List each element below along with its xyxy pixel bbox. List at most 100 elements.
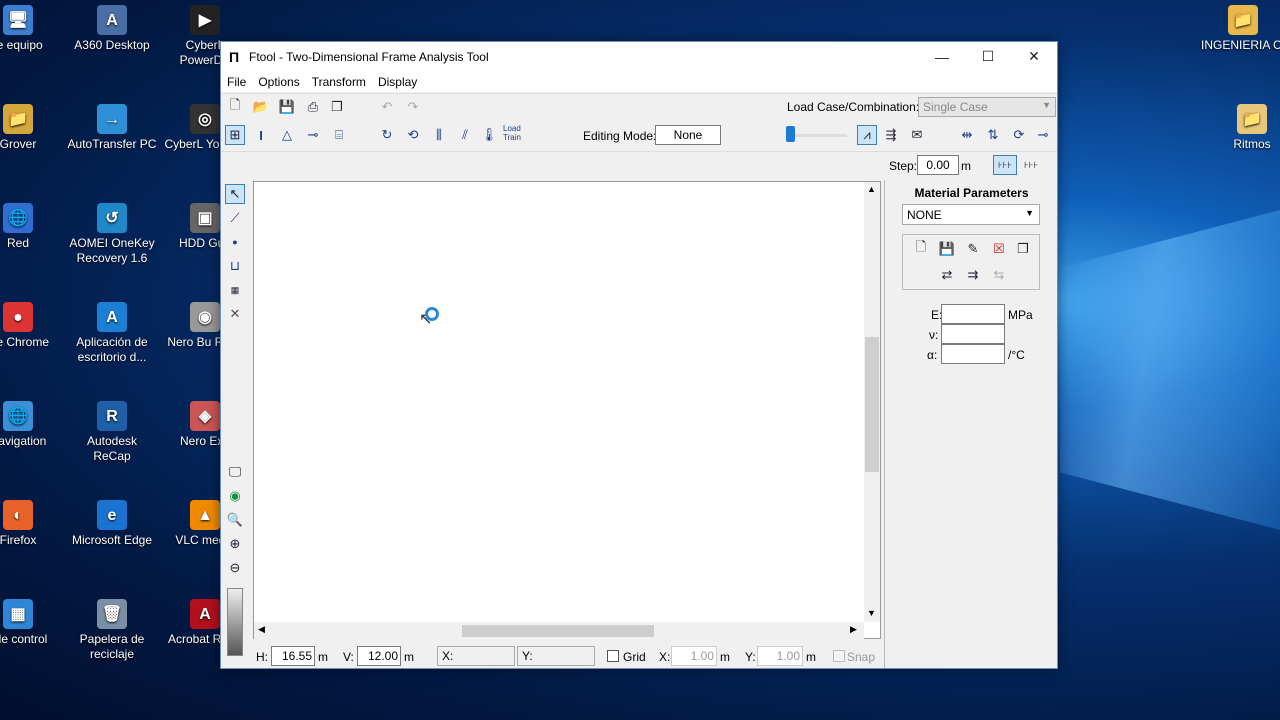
- zoom-icon[interactable]: 🔍: [225, 510, 245, 530]
- desktop-icon[interactable]: ↺ AOMEI OneKey Recovery 1.6: [67, 203, 157, 266]
- copy-icon[interactable]: ❐: [327, 97, 347, 117]
- horizontal-scrollbar[interactable]: ◀ ▶: [254, 622, 864, 639]
- save-material-icon[interactable]: 💾: [937, 239, 957, 259]
- distributed-load-icon[interactable]: ⫼: [429, 125, 449, 145]
- rotation-icon[interactable]: ⟳: [1009, 125, 1029, 145]
- delete-icon[interactable]: ✕: [225, 304, 245, 324]
- diagram-icon[interactable]: ⩘: [857, 125, 877, 145]
- undo-icon[interactable]: ↶: [377, 97, 397, 117]
- thermal-coef-input[interactable]: [941, 344, 1005, 364]
- save-icon[interactable]: 💾: [277, 97, 297, 117]
- desktop-icon[interactable]: e Microsoft Edge: [67, 500, 157, 548]
- menu-options[interactable]: Options: [258, 75, 299, 89]
- scroll-up-icon[interactable]: ▲: [867, 184, 876, 194]
- desktop-icon[interactable]: ◐ Firefox: [0, 500, 63, 548]
- insert-node-icon[interactable]: ●: [225, 232, 245, 252]
- height-input[interactable]: 16.55: [271, 646, 315, 666]
- desktop-icon[interactable]: 📁 INGENIERIA CI: [1198, 5, 1280, 53]
- edit-material-icon[interactable]: ✎: [963, 239, 983, 259]
- envelope-icon[interactable]: ✉: [907, 125, 927, 145]
- step-unit: m: [961, 159, 971, 173]
- frame-icon[interactable]: ⌸: [329, 125, 349, 145]
- drawing-canvas[interactable]: ↖: [253, 181, 881, 639]
- ftool-window[interactable]: Π Ftool - Two-Dimensional Frame Analysis…: [220, 41, 1058, 669]
- step-input[interactable]: 0.00: [917, 155, 959, 175]
- delete-material-icon[interactable]: ☒: [989, 239, 1009, 259]
- remove-material-icon[interactable]: ⇆: [989, 265, 1009, 285]
- vertical-input[interactable]: 12.00: [357, 646, 401, 666]
- scale-slider-thumb[interactable]: [786, 126, 795, 142]
- open-file-icon[interactable]: 📂: [251, 97, 271, 117]
- desktop-icon-glyph: ◐: [3, 500, 33, 530]
- section-icon[interactable]: I: [251, 125, 271, 145]
- desktop-icon[interactable]: A A360 Desktop: [67, 5, 157, 53]
- print-icon[interactable]: ⎙: [303, 97, 323, 117]
- desktop-icon[interactable]: 📁 Grover: [0, 104, 63, 152]
- display-icon[interactable]: 🖵: [225, 462, 245, 482]
- desktop-icon-glyph: e: [97, 500, 127, 530]
- desktop-icon[interactable]: 🌐 Red: [0, 203, 63, 251]
- linear-load-icon[interactable]: ⫽: [455, 125, 475, 145]
- fit-model-icon[interactable]: ⊞: [225, 125, 245, 145]
- grid-y-input[interactable]: 1.00: [757, 646, 803, 666]
- desktop-icon-label: AOMEI OneKey Recovery 1.6: [69, 236, 155, 265]
- globe-icon[interactable]: ◉: [225, 486, 245, 506]
- apply-material-icon[interactable]: ⇄: [937, 265, 957, 285]
- nodal-load-icon[interactable]: ↻: [377, 125, 397, 145]
- desktop-icon[interactable]: 🖥 te equipo: [0, 5, 63, 53]
- desktop-icon[interactable]: → AutoTransfer PC: [67, 104, 157, 152]
- material-select[interactable]: NONE ▼: [902, 204, 1040, 225]
- desktop-icon-glyph: →: [97, 104, 127, 134]
- desktop-icon[interactable]: ▦ l de control: [0, 599, 63, 647]
- editing-mode-field[interactable]: None: [655, 125, 721, 145]
- menu-display[interactable]: Display: [378, 75, 417, 89]
- new-material-icon[interactable]: 🗋: [911, 239, 931, 259]
- apply-all-material-icon[interactable]: ⇉: [963, 265, 983, 285]
- deformed-icon[interactable]: ⊸: [1033, 125, 1053, 145]
- desktop-icon[interactable]: ● gle Chrome: [0, 302, 63, 350]
- scroll-right-icon[interactable]: ▶: [850, 624, 857, 635]
- desktop-icon[interactable]: A Aplicación de escritorio d...: [67, 302, 157, 365]
- horizontal-scroll-thumb[interactable]: [462, 625, 654, 637]
- load-case-select[interactable]: Single Case ▼: [918, 97, 1056, 117]
- menu-transform[interactable]: Transform: [312, 75, 366, 89]
- grid-x-input[interactable]: 1.00: [671, 646, 717, 666]
- horizontal-reaction-icon[interactable]: ⇹: [957, 125, 977, 145]
- step-ruler-icon[interactable]: ⊦⊦⊦: [993, 155, 1017, 175]
- moment-icon[interactable]: ⟲: [403, 125, 423, 145]
- modulus-input[interactable]: [941, 304, 1005, 324]
- title-bar[interactable]: Π Ftool - Two-Dimensional Frame Analysis…: [221, 42, 1057, 71]
- step-ruler-fine-icon[interactable]: ⊦⊦⊦: [1019, 155, 1043, 175]
- scroll-left-icon[interactable]: ◀: [258, 624, 265, 635]
- zoom-out-icon[interactable]: ⊖: [225, 558, 245, 578]
- vertical-reaction-icon[interactable]: ⇅: [983, 125, 1003, 145]
- maximize-button[interactable]: ☐: [965, 42, 1011, 71]
- snap-checkbox[interactable]: [833, 650, 845, 662]
- desktop-icon[interactable]: 🗑 Papelera de reciclaje: [67, 599, 157, 662]
- redo-icon[interactable]: ↷: [403, 97, 423, 117]
- minimize-button[interactable]: —: [919, 42, 965, 71]
- poisson-input[interactable]: [941, 324, 1005, 344]
- vertical-scroll-thumb[interactable]: [865, 337, 879, 472]
- support-icon[interactable]: △: [277, 125, 297, 145]
- vertical-scrollbar[interactable]: ▲ ▼: [864, 182, 880, 622]
- desktop-icon[interactable]: 🌐 Navigation: [0, 401, 63, 449]
- new-file-icon[interactable]: 🗋: [225, 97, 245, 117]
- desktop-icon[interactable]: R Autodesk ReCap: [67, 401, 157, 464]
- shear-diagram-icon[interactable]: ⇶: [881, 125, 901, 145]
- desktop-icon[interactable]: 📁 Ritmos: [1207, 104, 1280, 152]
- dimension-icon[interactable]: ⊔: [225, 256, 245, 276]
- desktop-icon-glyph: A: [97, 5, 127, 35]
- copy-material-icon[interactable]: ❐: [1013, 239, 1033, 259]
- grid-ruler-icon[interactable]: ▦: [225, 280, 245, 300]
- close-button[interactable]: ✕: [1011, 42, 1057, 71]
- grid-checkbox[interactable]: [607, 650, 619, 662]
- hinge-icon[interactable]: ⊸: [303, 125, 323, 145]
- scroll-down-icon[interactable]: ▼: [867, 608, 876, 618]
- select-arrow-icon[interactable]: ↖: [225, 184, 245, 204]
- draw-line-icon[interactable]: ⟋: [225, 208, 245, 228]
- thermal-icon[interactable]: 🌡: [479, 125, 499, 145]
- zoom-in-icon[interactable]: ⊕: [225, 534, 245, 554]
- menu-file[interactable]: File: [227, 75, 246, 89]
- load-train-button[interactable]: Load Train: [503, 124, 521, 142]
